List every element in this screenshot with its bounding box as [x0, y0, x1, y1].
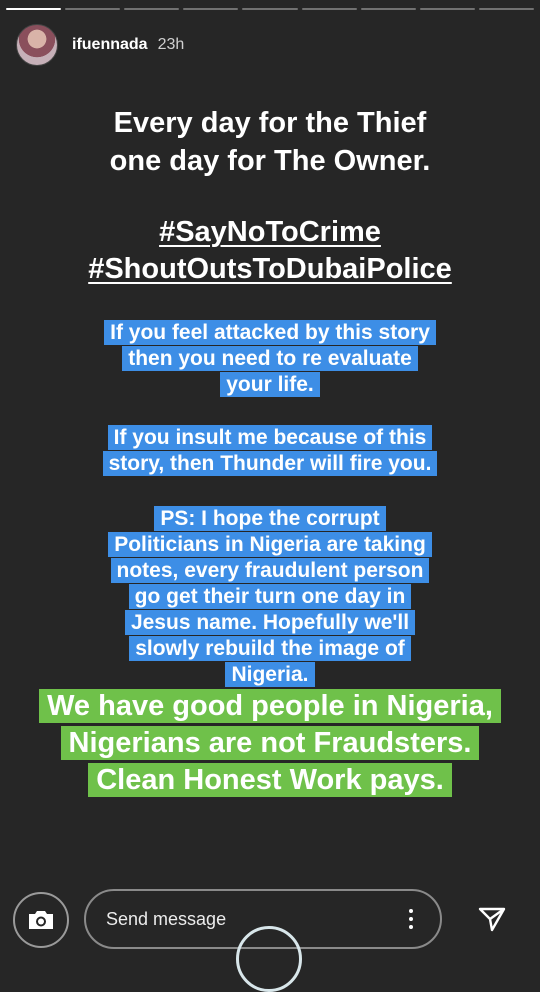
- send-message-placeholder: Send message: [106, 909, 227, 929]
- progress-segment: [301, 8, 357, 10]
- progress-segment: [6, 8, 62, 10]
- more-vertical-icon[interactable]: [408, 909, 414, 931]
- caption-text: We have good people in Nigeria, Nigerian…: [39, 689, 501, 797]
- hashtag[interactable]: #ShoutOutsToDubaiPolice: [0, 251, 540, 288]
- camera-button[interactable]: [13, 892, 69, 948]
- story-header: ifuennada 23h: [16, 24, 184, 66]
- progress-segment: [360, 8, 416, 10]
- progress-segment: [124, 8, 180, 10]
- green-caption-block: We have good people in Nigeria, Nigerian…: [0, 688, 540, 799]
- caption-text: PS: I hope the corrupt Politicians in Ni…: [108, 506, 432, 687]
- caption-text: If you feel attacked by this story then …: [104, 320, 436, 397]
- progress-segment: [419, 8, 475, 10]
- blue-caption-block: If you insult me because of this story, …: [0, 425, 540, 477]
- hashtags: #SayNoToCrime #ShoutOutsToDubaiPolice: [0, 214, 540, 288]
- send-icon[interactable]: [478, 905, 506, 933]
- blue-caption-block: PS: I hope the corrupt Politicians in Ni…: [0, 506, 540, 688]
- main-line: one day for The Owner.: [109, 145, 431, 177]
- progress-segment: [65, 8, 121, 10]
- post-time: 23h: [157, 36, 185, 53]
- progress-segment: [478, 8, 534, 10]
- blue-caption-block: If you feel attacked by this story then …: [0, 320, 540, 398]
- story-progress-bar: [6, 8, 534, 10]
- username[interactable]: ifuennada: [72, 36, 148, 54]
- story-highlight-ring: [236, 926, 302, 992]
- progress-segment: [183, 8, 239, 10]
- main-line: Every day for the Thief: [113, 107, 427, 139]
- hashtag[interactable]: #SayNoToCrime: [0, 214, 540, 251]
- story-main-text: Every day for the Thief one day for The …: [0, 104, 540, 180]
- caption-text: If you insult me because of this story, …: [102, 425, 438, 476]
- camera-icon: [29, 911, 53, 929]
- avatar[interactable]: [16, 24, 58, 66]
- progress-segment: [242, 8, 298, 10]
